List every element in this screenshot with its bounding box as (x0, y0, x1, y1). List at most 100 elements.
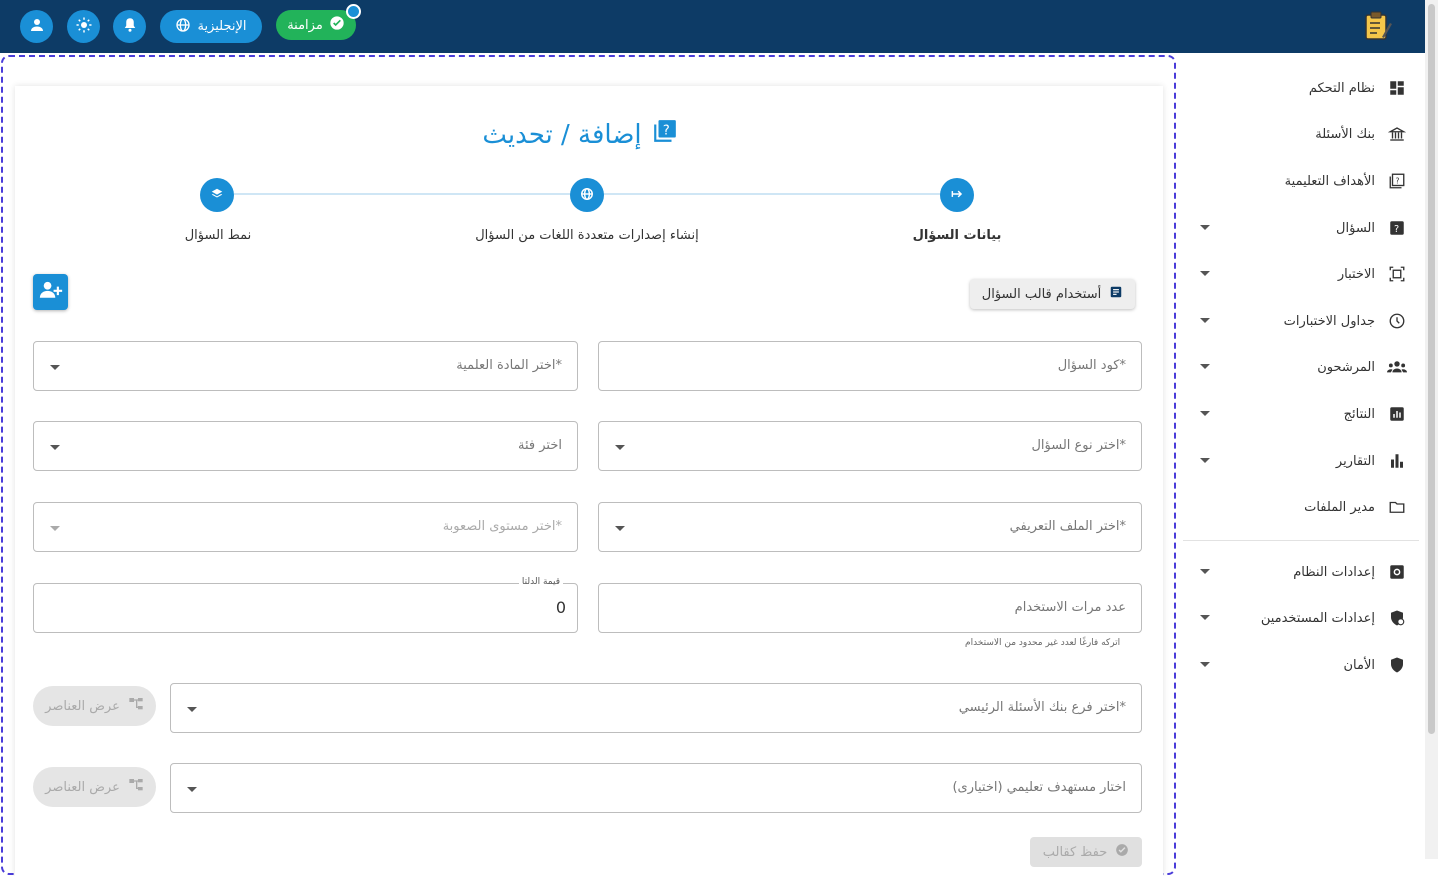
notifications-button[interactable] (113, 10, 146, 43)
usage-count-hint: اتركه فارغًا لعدد غير محدود من الاستخدام (965, 638, 1121, 648)
sidebar-item-user-settings[interactable]: إعدادات المستخدمين (1183, 602, 1425, 634)
view-elements-button[interactable]: عرض العناصر (33, 686, 156, 726)
tree-icon (128, 777, 144, 797)
page-title-text: إضافة / تحديث (482, 119, 642, 150)
exam-icon (1387, 264, 1407, 284)
chevron-down-icon (187, 787, 197, 792)
chevron-down-icon (187, 707, 197, 712)
chevron-down-icon (1200, 458, 1210, 463)
bank-icon (1387, 124, 1407, 144)
chevron-down-icon (1200, 364, 1210, 369)
sidebar-item-dashboard[interactable]: نظام التحكم (1183, 72, 1425, 104)
bell-icon (121, 16, 139, 38)
sidebar-item-label: بنك الأسئلة (1315, 126, 1375, 142)
difficulty-placeholder: اختر مستوى الصعوبة* (442, 519, 562, 534)
step-1-button[interactable] (940, 178, 974, 212)
globe-icon (175, 17, 191, 37)
clock-icon (1387, 311, 1407, 331)
page-title: إضافة / تحديث ? (0, 118, 1160, 151)
sync-button[interactable]: مزامنة (276, 10, 356, 40)
top-bar: الإنجليزية مزامنة (0, 0, 1425, 53)
sidebar-item-label: السؤال (1336, 220, 1375, 236)
question-icon: ? (1387, 218, 1407, 238)
usage-count-input[interactable]: عدد مرات الاستخدام (598, 583, 1142, 633)
learning-target-select[interactable]: اختار مستهدف تعليمي (اختيارى) (170, 763, 1142, 813)
chevron-down-icon (1200, 615, 1210, 620)
check-circle-icon (1115, 843, 1129, 861)
chevron-down-icon (50, 526, 60, 531)
subject-placeholder: اختر المادة العلمية* (456, 358, 562, 373)
folder-icon (1387, 497, 1407, 517)
usage-count-placeholder: عدد مرات الاستخدام (1014, 600, 1126, 615)
svg-text:?: ? (1396, 176, 1400, 185)
profile-select[interactable]: اختر الملف التعريفي* (598, 502, 1142, 552)
learning-target-placeholder: اختار مستهدف تعليمي (اختيارى) (952, 780, 1126, 795)
sidebar-item-system-settings[interactable]: إعدادات النظام (1183, 556, 1425, 588)
sync-label: مزامنة (287, 17, 323, 33)
account-button[interactable] (20, 10, 53, 43)
category-select[interactable]: اختر فئة (33, 421, 578, 471)
sidebar-item-results[interactable]: النتائج (1183, 398, 1425, 430)
bank-branch-select[interactable]: اختر فرع بنك الأسئلة الرئيسي* (170, 683, 1142, 733)
category-placeholder: اختر فئة (518, 438, 562, 453)
question-type-select[interactable]: اختر نوع السؤال* (598, 421, 1142, 471)
svg-text:?: ? (1394, 224, 1399, 235)
sync-status-dot (346, 4, 361, 19)
question-code-placeholder: كود السؤال* (1057, 358, 1126, 373)
add-user-button[interactable] (33, 274, 68, 310)
question-type-placeholder: اختر نوع السؤال* (1031, 438, 1126, 453)
sidebar-item-label: إعدادات المستخدمين (1260, 610, 1375, 626)
save-as-template-button[interactable]: حفظ كقالب (1030, 837, 1142, 867)
user-settings-icon (1387, 608, 1407, 628)
view-elements-label: عرض العناصر (45, 698, 120, 714)
sidebar-item-candidates[interactable]: المرشحون (1183, 351, 1425, 383)
theme-toggle-button[interactable] (67, 10, 100, 43)
chevron-down-icon (1200, 411, 1210, 416)
sidebar-item-security[interactable]: الأمان (1183, 649, 1425, 681)
delta-value-input[interactable]: قيمة الدلتا 0 (33, 577, 578, 633)
language-label: الإنجليزية (197, 19, 247, 34)
check-circle-icon (329, 15, 345, 35)
shield-icon (1387, 655, 1407, 675)
sidebar-item-reports[interactable]: التقارير (1183, 445, 1425, 477)
sidebar-item-exam-schedules[interactable]: جداول الاختبارات (1183, 305, 1425, 337)
step-3-label: نمط السؤال (184, 228, 252, 243)
chevron-down-icon (1200, 569, 1210, 574)
step-3-button[interactable] (200, 178, 234, 212)
use-template-button[interactable]: أستخدام قالب السؤال (970, 279, 1135, 309)
globe-icon (580, 186, 594, 205)
sidebar-item-label: إعدادات النظام (1293, 564, 1375, 580)
chevron-down-icon (615, 445, 625, 450)
sidebar-item-question-bank[interactable]: بنك الأسئلة (1183, 118, 1425, 150)
step-2-button[interactable] (570, 178, 604, 212)
question-code-input[interactable]: كود السؤال* (598, 341, 1142, 391)
sidebar-item-label: النتائج (1343, 406, 1375, 422)
document-icon (1109, 285, 1123, 303)
delta-value-label: قيمة الدلتا (518, 577, 563, 587)
sidebar-item-file-manager[interactable]: مدير الملفات (1183, 491, 1425, 523)
sidebar-item-objectives[interactable]: الأهداف التعليمية ? (1183, 165, 1425, 197)
group-icon (1387, 357, 1407, 377)
layers-icon (210, 186, 224, 205)
app-logo (1360, 9, 1394, 43)
sidebar-item-label: جداول الاختبارات (1283, 313, 1375, 329)
view-elements-button-2[interactable]: عرض العناصر (33, 767, 156, 807)
sidebar-item-label: نظام التحكم (1308, 80, 1375, 96)
sidebar-divider (1183, 540, 1419, 541)
question-book-icon: ? (652, 118, 678, 151)
profile-placeholder: اختر الملف التعريفي* (1009, 519, 1126, 534)
scrollbar-thumb[interactable] (1428, 4, 1435, 734)
dashboard-icon (1387, 78, 1407, 98)
chevron-down-icon (1200, 271, 1210, 276)
sidebar-item-question[interactable]: السؤال ? (1183, 212, 1425, 244)
difficulty-select[interactable]: اختر مستوى الصعوبة* (33, 502, 578, 552)
bank-branch-placeholder: اختر فرع بنك الأسئلة الرئيسي* (958, 700, 1126, 715)
language-button[interactable]: الإنجليزية (160, 10, 262, 43)
results-icon (1387, 404, 1407, 424)
subject-select[interactable]: اختر المادة العلمية* (33, 341, 578, 391)
sidebar-item-label: التقارير (1335, 453, 1375, 469)
settings-icon (1387, 562, 1407, 582)
add-user-icon (39, 280, 63, 304)
sidebar-item-exam[interactable]: الاختبار (1183, 258, 1425, 290)
step-2-label: إنشاء إصدارات متعددة اللغات من السؤال (475, 228, 699, 243)
